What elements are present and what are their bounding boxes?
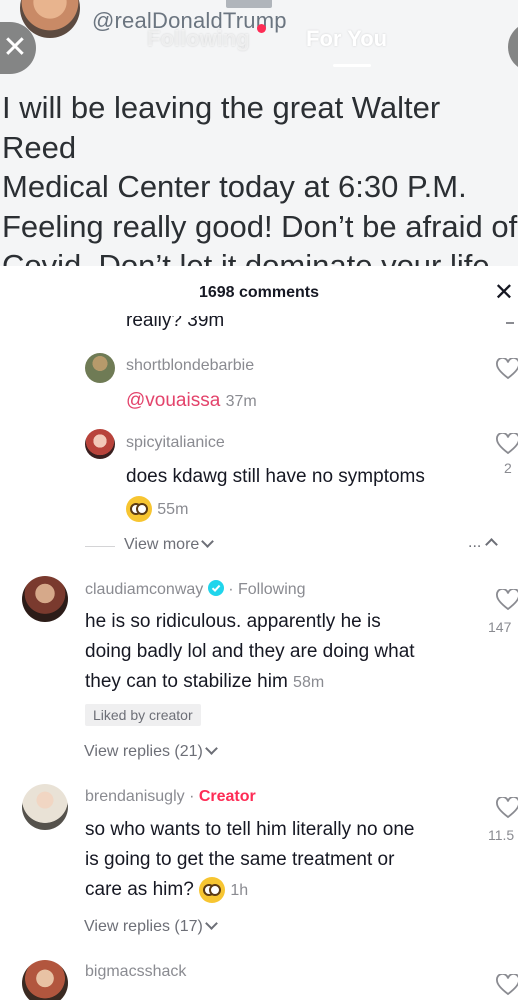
avatar[interactable] bbox=[85, 353, 115, 383]
comment-username[interactable]: bigmacsshack bbox=[85, 963, 186, 981]
divider bbox=[85, 546, 115, 547]
close-comments-button[interactable]: ✕ bbox=[494, 278, 514, 307]
comment-line: care as him? bbox=[85, 879, 194, 900]
tweet-line: Covid. Don’t let it dominate your life. bbox=[2, 248, 499, 266]
liked-by-creator-badge: Liked by creator bbox=[85, 704, 201, 726]
partial-like-count bbox=[506, 322, 514, 324]
view-replies-label: View replies (21) bbox=[84, 743, 203, 760]
mention-link[interactable]: @vouaissa bbox=[126, 390, 220, 411]
like-count: 11.5 bbox=[488, 827, 515, 843]
avatar[interactable] bbox=[22, 576, 68, 622]
reply-username[interactable]: spicyitalianice bbox=[126, 434, 225, 452]
collapse-button[interactable]: ... bbox=[468, 534, 499, 552]
comment-line: so who wants to tell him literally no on… bbox=[85, 819, 415, 840]
view-more-label: View more bbox=[124, 536, 200, 553]
comment-time: 58m bbox=[293, 674, 325, 691]
comment-line: doing badly lol and they are doing what bbox=[85, 641, 415, 662]
comment-username[interactable]: claudiamconway bbox=[85, 581, 203, 598]
comment-username[interactable]: brendanisugly bbox=[85, 788, 185, 805]
chevron-up-icon bbox=[485, 538, 499, 551]
comment-line: they can to stabilize him bbox=[85, 671, 288, 692]
following-label: Following bbox=[237, 581, 306, 598]
view-more-button[interactable]: View more bbox=[124, 535, 215, 554]
avatar[interactable] bbox=[85, 429, 115, 459]
view-replies-label: View replies (17) bbox=[84, 918, 203, 935]
tweet-line: Medical Center today at 6:30 P.M. bbox=[2, 169, 467, 204]
heart-icon[interactable] bbox=[496, 433, 518, 455]
chevron-down-icon bbox=[205, 742, 218, 755]
chevron-down-icon bbox=[201, 535, 215, 548]
heart-icon[interactable] bbox=[496, 797, 518, 819]
pleading-face-emoji-icon bbox=[199, 876, 226, 903]
comment-text: so who wants to tell him literally no on… bbox=[85, 815, 415, 906]
comment-line-with-time: care as him? 1h bbox=[85, 875, 415, 906]
reply-username[interactable]: shortblondebarbie bbox=[126, 357, 254, 375]
verified-badge-icon bbox=[207, 580, 224, 596]
comment-line: is going to get the same treatment or bbox=[85, 849, 395, 870]
collapse-label: ... bbox=[468, 534, 482, 551]
comment-header: claudiamconway · Following bbox=[85, 580, 306, 598]
heart-icon[interactable] bbox=[496, 974, 518, 996]
view-replies-button[interactable]: View replies (21) bbox=[84, 742, 218, 761]
tweet-line: Feeling really good! Don’t be afraid of bbox=[2, 208, 518, 244]
comment-time: 1h bbox=[230, 882, 249, 899]
reply-text: @vouaissa 37m bbox=[126, 386, 257, 417]
video-player[interactable]: @realDonaldTrump I will be leaving the g… bbox=[0, 0, 518, 266]
tab-for-you[interactable]: For You bbox=[306, 26, 387, 52]
live-indicator-dot bbox=[257, 24, 266, 33]
partial-reply-text: really? 39m bbox=[126, 310, 225, 331]
reply-meta: 55m bbox=[126, 494, 188, 525]
comment-header: brendanisugly · Creator bbox=[85, 788, 256, 805]
view-replies-button[interactable]: View replies (17) bbox=[84, 917, 218, 936]
reply-time: 37m bbox=[225, 393, 257, 410]
comment-line-with-time: they can to stabilize him 58m bbox=[85, 667, 415, 698]
tweet-display-name-cropped bbox=[226, 0, 272, 8]
tab-following[interactable]: Following bbox=[147, 26, 250, 52]
tweet-text: I will be leaving the great Walter Reed … bbox=[2, 88, 518, 266]
chevron-down-icon bbox=[205, 917, 218, 930]
comment-text: he is so ridiculous. apparently he is do… bbox=[85, 607, 415, 698]
heart-icon[interactable] bbox=[496, 358, 518, 380]
tweet-line: I will be leaving the great Walter Reed bbox=[2, 90, 441, 165]
reply-time: 55m bbox=[157, 501, 189, 518]
reply-text: does kdawg still have no symptoms bbox=[126, 466, 425, 487]
active-tab-indicator bbox=[333, 64, 371, 67]
heart-icon[interactable] bbox=[496, 589, 518, 611]
creator-tag: Creator bbox=[198, 788, 256, 805]
avatar[interactable] bbox=[22, 960, 68, 1000]
avatar[interactable] bbox=[22, 784, 68, 830]
comment-count-title: 1698 comments bbox=[198, 284, 320, 301]
comments-sheet: 1698 comments ✕ really? 39m shortblondeb… bbox=[0, 266, 518, 1000]
like-count: 147 bbox=[488, 619, 512, 635]
flushed-emoji-icon bbox=[126, 495, 152, 522]
like-count: 2 bbox=[504, 460, 512, 476]
comment-line: he is so ridiculous. apparently he is bbox=[85, 611, 381, 632]
